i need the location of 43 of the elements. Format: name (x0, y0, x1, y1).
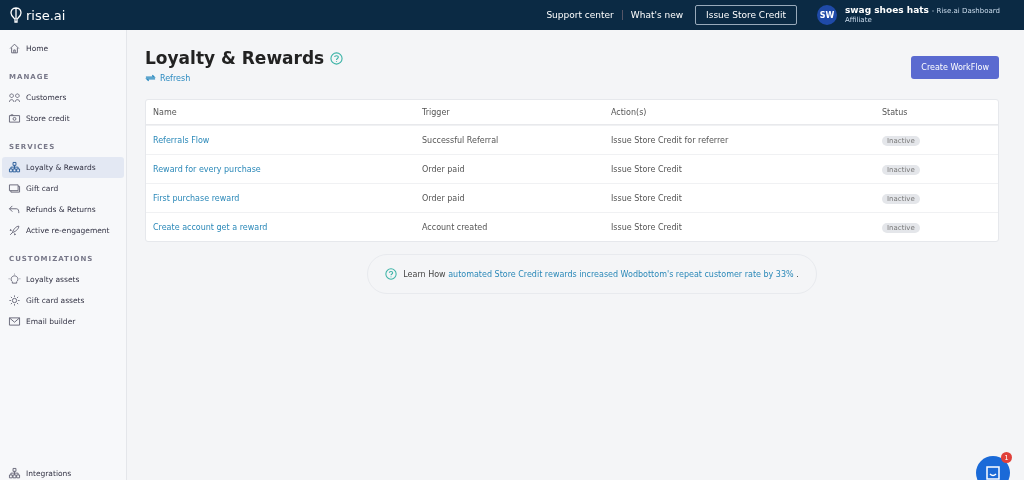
lightbulb-icon (8, 273, 21, 286)
tip-text: Learn How automated Store Credit rewards increased Wodbottom's repeat customer rate by 33% . (403, 269, 799, 279)
sun-icon (8, 294, 21, 307)
return-arrow-icon (8, 203, 21, 216)
help-icon (385, 268, 398, 280)
table-cell-text: Order paid (421, 164, 466, 174)
mail-icon (8, 315, 21, 328)
user-avatar[interactable]: SW (816, 5, 837, 25)
top-link[interactable]: Support center (546, 10, 614, 20)
table-cell-text: Issue Store Credit (610, 193, 683, 203)
help-icon[interactable] (330, 51, 344, 65)
balloon-logo-icon (10, 7, 22, 23)
camera-icon (8, 112, 21, 125)
workflow-name-link[interactable]: First purchase reward (153, 193, 240, 203)
home-icon (8, 42, 21, 55)
table-cell-text: Issue Store Credit (610, 222, 683, 232)
store-name: swag shoes hats (844, 4, 929, 15)
people-icon (8, 91, 21, 104)
page-title: Loyalty & Rewards (145, 48, 325, 68)
table-cell-text: Issue Store Credit for referrer (610, 135, 730, 145)
create-workflow-button[interactable]: Create WorkFlow (911, 56, 999, 79)
column-header: Status (881, 107, 909, 117)
network-icon (8, 161, 21, 174)
chat-icon (985, 466, 1001, 480)
top-link[interactable]: What's new (630, 10, 684, 20)
refresh-icon (145, 73, 156, 83)
workflow-name-link[interactable]: Create account get a reward (153, 222, 268, 232)
column-header: Action(s) (610, 107, 648, 117)
refresh-link[interactable]: Refresh (145, 73, 191, 83)
card-icon (8, 182, 21, 195)
workflow-name-link[interactable]: Reward for every purchase (153, 164, 261, 174)
issue-store-credit-button[interactable]: Issue Store Credit (695, 5, 797, 25)
rocket-icon (8, 224, 21, 237)
case-study-link[interactable]: automated Store Credit rewards increased Wodbottom's repeat customer rate by 33% (448, 269, 794, 279)
table-cell-text: Issue Store Credit (610, 164, 683, 174)
table-cell-text: Order paid (421, 193, 466, 203)
network-icon (8, 467, 21, 480)
column-header: Name (152, 107, 178, 117)
column-header: Trigger (421, 107, 451, 117)
workflow-name-link[interactable]: Referrals Flow (153, 135, 210, 145)
table-cell-text: Successful Referral (421, 135, 500, 145)
table-cell-text: Account created (421, 222, 489, 232)
logo-text[interactable]: rise.ai (26, 7, 66, 23)
